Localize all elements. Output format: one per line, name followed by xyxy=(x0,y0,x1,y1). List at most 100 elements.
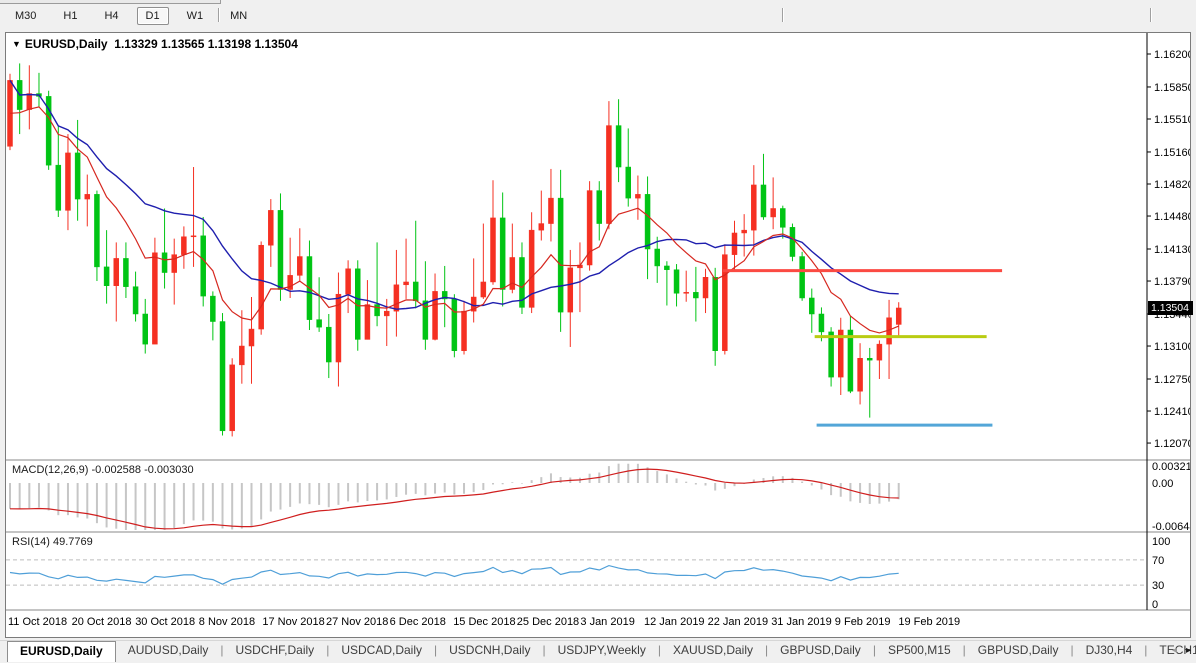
candle-body xyxy=(394,285,399,311)
candle-body xyxy=(201,236,206,296)
timeframe-button-h4[interactable]: H4 xyxy=(95,7,127,25)
tab-scroll-left-icon[interactable]: ◂ xyxy=(1172,645,1177,656)
candle-body xyxy=(346,269,351,294)
tab-scroll-right-icon[interactable]: ▸ xyxy=(1186,645,1191,656)
collapse-triangle-icon[interactable]: ▼ xyxy=(12,39,21,49)
chart-tab-gbpusd-daily[interactable]: GBPUSD,Daily xyxy=(966,641,1071,659)
candle-body xyxy=(800,257,805,298)
chart-tab-usdchf-daily[interactable]: USDCHF,Daily xyxy=(224,641,327,659)
candle-body xyxy=(896,308,901,324)
candle-body xyxy=(751,185,756,230)
timeframe-button-mn[interactable]: MN xyxy=(221,7,256,25)
macd-bar xyxy=(270,483,272,512)
macd-main-value: -0.002588 xyxy=(91,464,141,476)
timeframe-button-w1[interactable]: W1 xyxy=(178,7,213,25)
macd-bar xyxy=(762,478,764,483)
macd-bar xyxy=(840,483,842,497)
macd-bar xyxy=(560,477,562,483)
macd-bar xyxy=(279,483,281,510)
macd-indicator-label: MACD(12,26,9) -0.002588 -0.003030 xyxy=(12,464,194,476)
macd-bar xyxy=(724,483,726,489)
chart-tab-usdjpy-weekly[interactable]: USDJPY,Weekly xyxy=(546,641,658,659)
macd-bar xyxy=(637,464,639,483)
candle-body xyxy=(65,153,70,210)
price-tick-label: 1.14820 xyxy=(1154,179,1190,191)
macd-bar xyxy=(106,483,108,527)
date-label: 3 Jan 2019 xyxy=(580,616,634,628)
toolbar-separator xyxy=(782,8,784,22)
date-label: 25 Dec 2018 xyxy=(517,616,579,628)
candle-body xyxy=(404,282,409,285)
macd-bar xyxy=(289,483,291,507)
date-axis[interactable]: 11 Oct 201820 Oct 201830 Oct 20188 Nov 2… xyxy=(8,616,960,628)
candle-body xyxy=(742,230,747,233)
macd-bar xyxy=(318,483,320,505)
price-tick-label: 1.14130 xyxy=(1154,244,1190,256)
chart-tab-dj30-h4[interactable]: DJ30,H4 xyxy=(1074,641,1145,659)
macd-bar xyxy=(386,483,388,499)
candle-body xyxy=(481,282,486,297)
candle-body xyxy=(693,292,698,298)
ohlc-high: 1.13565 xyxy=(161,37,204,51)
chart-tab-sp500-m15[interactable]: SP500,M15 xyxy=(876,641,963,659)
chart-tab-audusd-daily[interactable]: AUDUSD,Daily xyxy=(116,641,221,659)
timeframe-buttons: M30 H1 H4 D1 W1 MN xyxy=(6,0,265,25)
timeframe-button-d1[interactable]: D1 xyxy=(137,7,169,25)
price-tick-label: 1.15160 xyxy=(1154,147,1190,159)
candle-body xyxy=(674,270,679,294)
candle-body xyxy=(27,94,32,110)
macd-bar xyxy=(801,482,803,483)
macd-bar xyxy=(434,483,436,494)
price-tick-label: 1.13790 xyxy=(1154,276,1190,288)
macd-bar xyxy=(202,483,204,521)
rsi-tick-label: 100 xyxy=(1152,536,1170,548)
chart-tab-usdcad-daily[interactable]: USDCAD,Daily xyxy=(329,641,434,659)
chart-tab-usdcnh-daily[interactable]: USDCNH,Daily xyxy=(437,641,542,659)
candle-body xyxy=(548,198,553,223)
macd-bar xyxy=(308,483,310,504)
timeframe-button-h1[interactable]: H1 xyxy=(54,7,86,25)
ohlc-close: 1.13504 xyxy=(254,37,297,51)
date-label: 15 Dec 2018 xyxy=(453,616,515,628)
macd-bar xyxy=(695,483,697,485)
candle-body xyxy=(491,218,496,282)
macd-bar xyxy=(869,483,871,504)
timeframe-toolbar: M30 H1 H4 D1 W1 MN xyxy=(0,0,1196,30)
macd-bar xyxy=(540,477,542,483)
macd-bar xyxy=(96,483,98,523)
candle-body xyxy=(249,329,254,346)
candle-body xyxy=(829,332,834,377)
rsi-value: 49.7769 xyxy=(53,536,93,548)
macd-bar xyxy=(849,483,851,501)
macd-bar xyxy=(685,482,687,483)
macd-bar xyxy=(357,483,359,502)
macd-bar xyxy=(299,483,301,503)
candle-body xyxy=(684,292,689,293)
timeframe-button-m30[interactable]: M30 xyxy=(6,7,45,25)
chart-window: 1.162001.158501.155101.151601.148201.144… xyxy=(5,32,1191,638)
candle-body xyxy=(626,167,631,198)
ohlc-low: 1.13198 xyxy=(208,37,251,51)
candle-body xyxy=(317,320,322,328)
macd-bar xyxy=(482,483,484,490)
macd-bar xyxy=(714,483,716,491)
candle-body xyxy=(104,267,109,286)
macd-bar xyxy=(115,483,117,529)
macd-bar xyxy=(144,483,146,530)
chart-tab-eurusd-daily[interactable]: EURUSD,Daily xyxy=(7,641,116,662)
macd-bar xyxy=(424,483,426,495)
chart-tab-gbpusd-daily[interactable]: GBPUSD,Daily xyxy=(768,641,873,659)
candle-body xyxy=(413,282,418,301)
macd-bar xyxy=(67,483,69,515)
price-tick-label: 1.15510 xyxy=(1154,114,1190,126)
chart-title: ▼EURUSD,Daily 1.13329 1.13565 1.13198 1.… xyxy=(12,37,298,51)
candle-body xyxy=(181,237,186,255)
chart-canvas[interactable]: 1.162001.158501.155101.151601.148201.144… xyxy=(6,33,1190,637)
chart-tab-xauusd-daily[interactable]: XAUUSD,Daily xyxy=(661,641,765,659)
rsi-indicator-label: RSI(14) 49.7769 xyxy=(12,536,93,548)
date-label: 20 Oct 2018 xyxy=(72,616,132,628)
macd-bar xyxy=(9,483,11,509)
macd-bar xyxy=(492,483,494,484)
macd-bar xyxy=(811,483,813,485)
candle-body xyxy=(114,258,119,285)
